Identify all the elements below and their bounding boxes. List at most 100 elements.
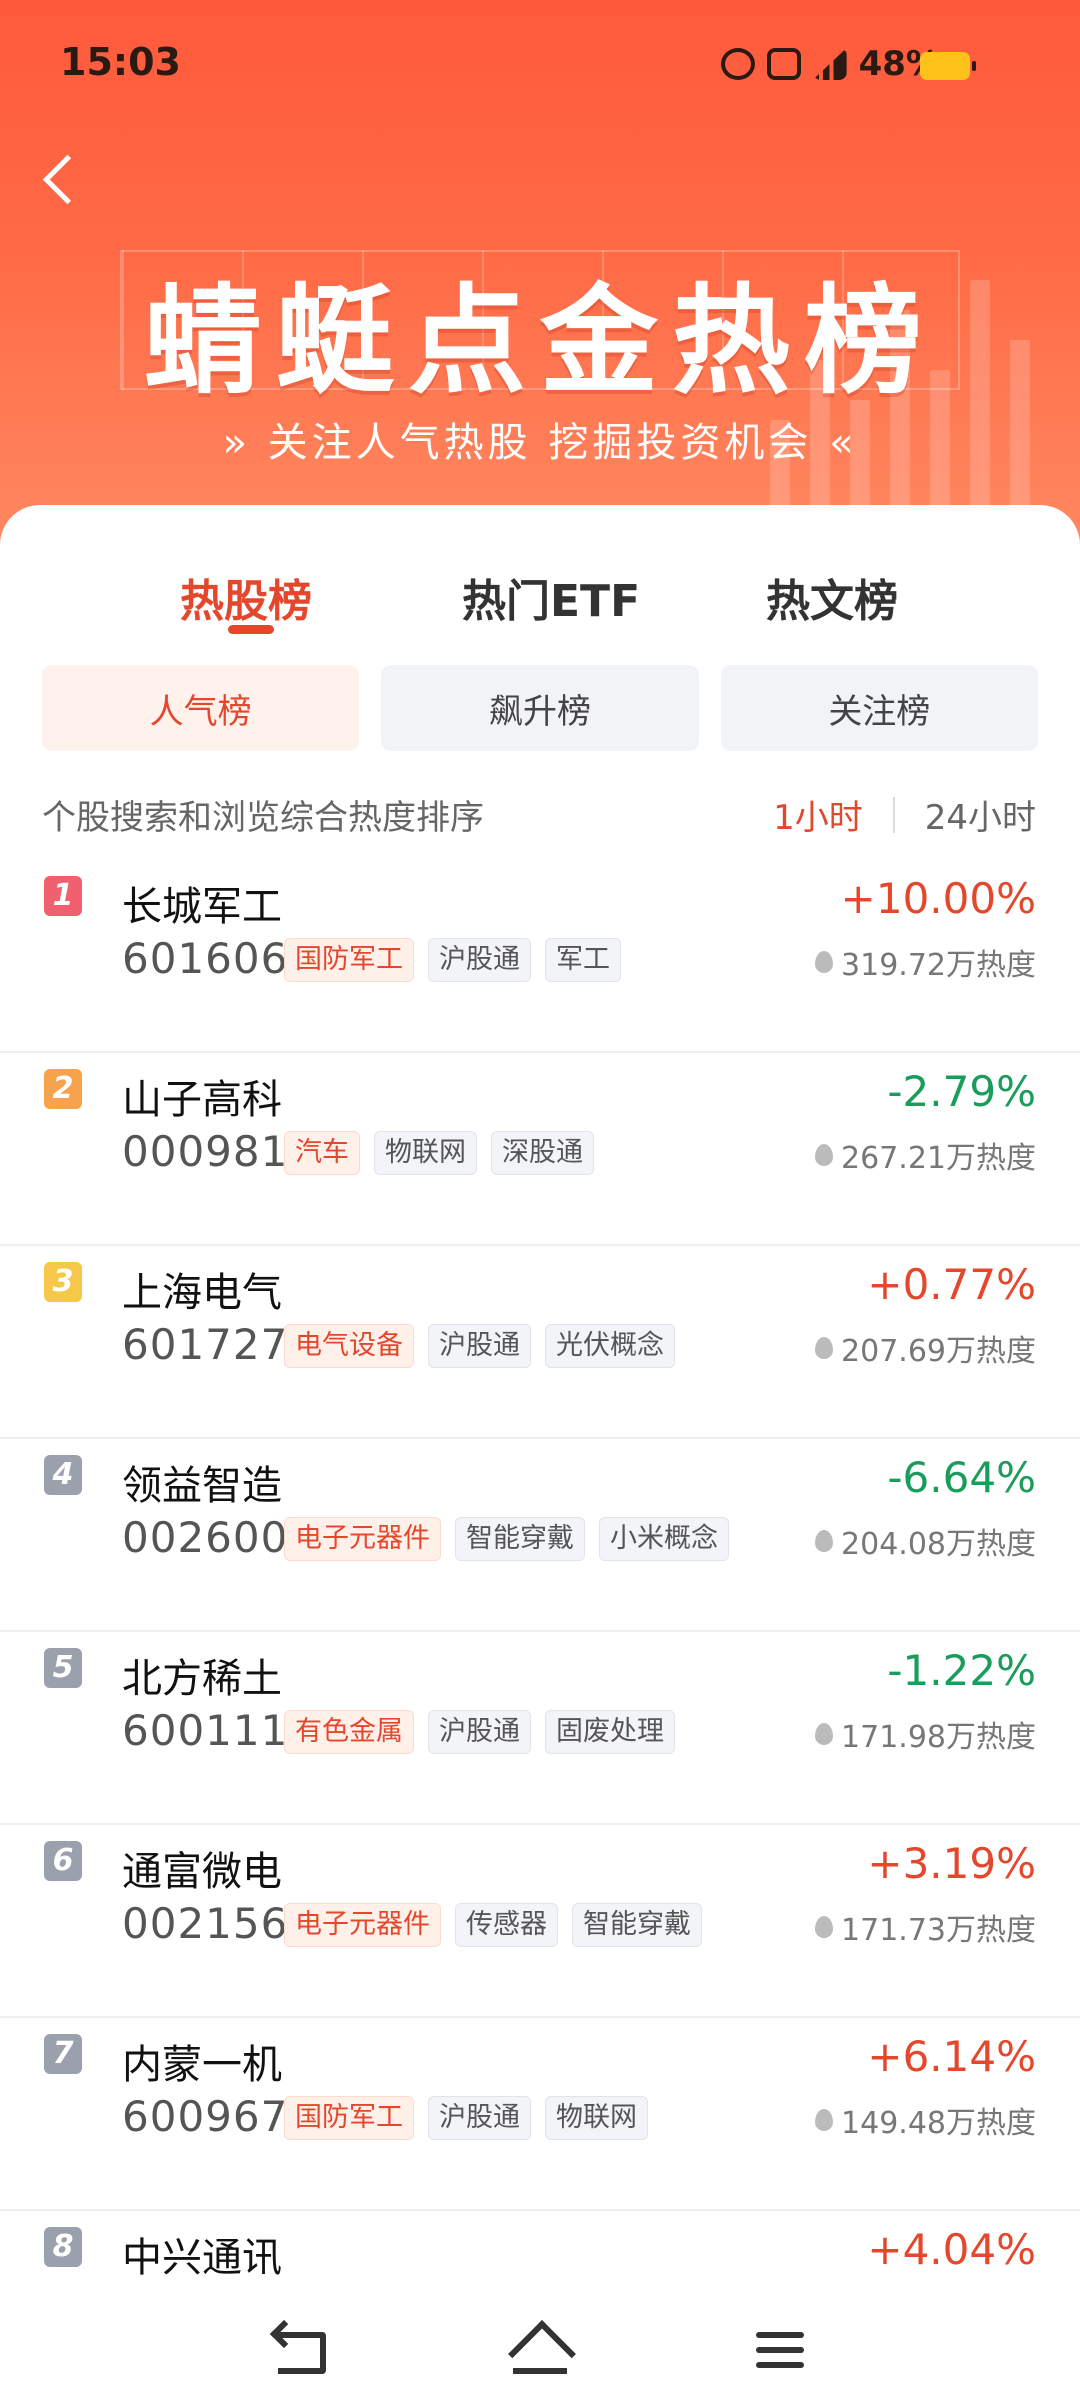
range-24h[interactable]: 24小时 — [925, 790, 1036, 839]
battery-icon — [920, 52, 976, 80]
rank-badge: 1 — [44, 876, 82, 916]
flame-icon — [815, 1723, 834, 1745]
rank-badge: 4 — [44, 1455, 82, 1495]
stock-tag[interactable]: 沪股通 — [428, 2096, 531, 2140]
heat-value: 319.72万热度 — [841, 948, 1036, 983]
subtab-followed[interactable]: 关注榜 — [720, 665, 1038, 751]
heat-score: 207.69万热度 — [815, 1326, 1036, 1370]
stock-tag[interactable]: 智能穿戴 — [572, 1903, 702, 1947]
stock-name: 北方稀土 — [122, 1656, 282, 1702]
stock-tag[interactable]: 电子元器件 — [284, 1517, 441, 1561]
rank-badge: 3 — [44, 1262, 82, 1302]
stock-tag[interactable]: 沪股通 — [428, 1324, 531, 1368]
price-change: +6.14% — [867, 2032, 1036, 2081]
stock-row[interactable]: 3 上海电气 601727 电气设备 沪股通 光伏概念 +0.77% 207.69万热度 — [0, 1246, 1080, 1439]
main-tabs: 热股榜 热门ETF 热文榜 — [0, 565, 1080, 645]
stock-tag[interactable]: 物联网 — [374, 1131, 477, 1175]
stock-tag[interactable]: 沪股通 — [428, 1710, 531, 1754]
stock-tags: 国防军工 沪股通 物联网 — [284, 2096, 648, 2140]
price-change: +10.00% — [840, 874, 1036, 923]
4g-signal-icon — [812, 48, 847, 80]
heat-value: 149.48万热度 — [841, 2106, 1036, 2141]
time-range-toggle: 1小时 24小时 — [773, 790, 1036, 839]
stock-tag[interactable]: 智能穿戴 — [455, 1517, 585, 1561]
tab-hot-articles[interactable]: 热文榜 — [766, 565, 898, 629]
menu-icon[interactable] — [750, 2320, 810, 2380]
banner-subtitle: » 关注人气热股 挖掘投资机会 « — [222, 420, 858, 466]
tab-hot-etf[interactable]: 热门ETF — [462, 565, 640, 629]
stock-code: 002600 — [122, 1513, 289, 1562]
heat-score: 204.08万热度 — [815, 1519, 1036, 1563]
stock-tag[interactable]: 沪股通 — [428, 938, 531, 982]
stock-tag[interactable]: 小米概念 — [599, 1517, 729, 1561]
stock-tags: 国防军工 沪股通 军工 — [284, 938, 621, 982]
stock-tags: 电子元器件 智能穿戴 小米概念 — [284, 1517, 729, 1561]
stock-name: 上海电气 — [122, 1270, 282, 1316]
home-icon[interactable] — [510, 2320, 570, 2380]
stock-tag[interactable]: 物联网 — [545, 2096, 648, 2140]
content-panel: 热股榜 热门ETF 热文榜 人气榜 飙升榜 关注榜 个股搜索和浏览综合热度排序 … — [0, 505, 1080, 2408]
stock-tags: 电气设备 沪股通 光伏概念 — [284, 1324, 675, 1368]
stock-code: 000981 — [122, 1127, 289, 1176]
stock-tag[interactable]: 电气设备 — [284, 1324, 414, 1368]
rank-badge: 7 — [44, 2034, 82, 2074]
tab-hot-stocks[interactable]: 热股榜 — [180, 565, 312, 629]
stock-code: 600967 — [122, 2092, 289, 2141]
flame-icon — [815, 1530, 834, 1552]
stock-tag[interactable]: 有色金属 — [284, 1710, 414, 1754]
flame-icon — [815, 951, 834, 973]
stock-tag[interactable]: 深股通 — [491, 1131, 594, 1175]
range-1h[interactable]: 1小时 — [773, 790, 863, 839]
stock-tag[interactable]: 汽车 — [284, 1131, 360, 1175]
back-button[interactable] — [30, 148, 90, 208]
hd-icon — [766, 48, 801, 80]
stock-tag[interactable]: 传感器 — [455, 1903, 558, 1947]
stock-list: 1 长城军工 601606 国防军工 沪股通 军工 +10.00% 319.72万热度 2 山子高… — [0, 860, 1080, 2404]
stock-row[interactable]: 6 通富微电 002156 电子元器件 传感器 智能穿戴 +3.19% 171.73万热度 — [0, 1825, 1080, 2018]
stock-tag[interactable]: 国防军工 — [284, 938, 414, 982]
stock-row[interactable]: 5 北方稀土 600111 有色金属 沪股通 固废处理 -1.22% 171.98万热度 — [0, 1632, 1080, 1825]
system-nav-bar — [0, 2290, 1080, 2408]
ranking-description: 个股搜索和浏览综合热度排序 — [42, 798, 484, 838]
stock-row[interactable]: 4 领益智造 002600 电子元器件 智能穿戴 小米概念 -6.64% 204.08万热度 — [0, 1439, 1080, 1632]
rank-badge: 8 — [44, 2227, 82, 2267]
banner-title: 蜻蜓点金热榜 — [143, 272, 936, 410]
stock-code: 601606 — [122, 934, 289, 983]
stock-tag[interactable]: 军工 — [545, 938, 621, 982]
stock-name: 长城军工 — [122, 884, 282, 930]
flame-icon — [815, 1916, 834, 1938]
rank-badge: 6 — [44, 1841, 82, 1881]
flame-icon — [815, 1337, 834, 1359]
heat-value: 171.73万热度 — [841, 1913, 1036, 1948]
heat-value: 204.08万热度 — [841, 1527, 1036, 1562]
active-tab-indicator — [228, 625, 274, 634]
alarm-icon — [720, 48, 755, 80]
stock-name: 山子高科 — [122, 1077, 282, 1123]
heat-score: 149.48万热度 — [815, 2098, 1036, 2142]
stock-tag[interactable]: 电子元器件 — [284, 1903, 441, 1947]
stock-tag[interactable]: 固废处理 — [545, 1710, 675, 1754]
rank-badge: 2 — [44, 1069, 82, 1109]
subtab-rising[interactable]: 飙升榜 — [381, 665, 699, 751]
heat-score: 267.21万热度 — [815, 1133, 1036, 1177]
stock-tag[interactable]: 国防军工 — [284, 2096, 414, 2140]
stock-row[interactable]: 1 长城军工 601606 国防军工 沪股通 军工 +10.00% 319.72万热度 — [0, 860, 1080, 1053]
heat-score: 319.72万热度 — [815, 940, 1036, 984]
stock-tag[interactable]: 光伏概念 — [545, 1324, 675, 1368]
stock-name: 通富微电 — [122, 1849, 282, 1895]
price-change: -6.64% — [887, 1453, 1036, 1502]
stock-row[interactable]: 2 山子高科 000981 汽车 物联网 深股通 -2.79% 267.21万热度 — [0, 1053, 1080, 1246]
stock-row[interactable]: 7 内蒙一机 600967 国防军工 沪股通 物联网 +6.14% 149.48万热度 — [0, 2018, 1080, 2211]
price-change: +0.77% — [867, 1260, 1036, 1309]
stock-name: 领益智造 — [122, 1463, 282, 1509]
status-bar: 15:03 48% — [0, 0, 1080, 120]
range-divider — [892, 796, 895, 833]
subtab-popularity[interactable]: 人气榜 — [42, 665, 360, 751]
hero-banner: 15:03 48% 蜻蜓点金热榜 » 关注人气热股 挖掘投资机会 « — [0, 0, 1080, 560]
ranking-description-row: 个股搜索和浏览综合热度排序 1小时 24小时 — [42, 790, 1042, 840]
heat-value: 207.69万热度 — [841, 1334, 1036, 1369]
back-icon[interactable] — [270, 2320, 330, 2380]
flame-icon — [815, 2109, 834, 2131]
stock-tags: 汽车 物联网 深股通 — [284, 1131, 594, 1175]
heat-score: 171.98万热度 — [815, 1712, 1036, 1756]
